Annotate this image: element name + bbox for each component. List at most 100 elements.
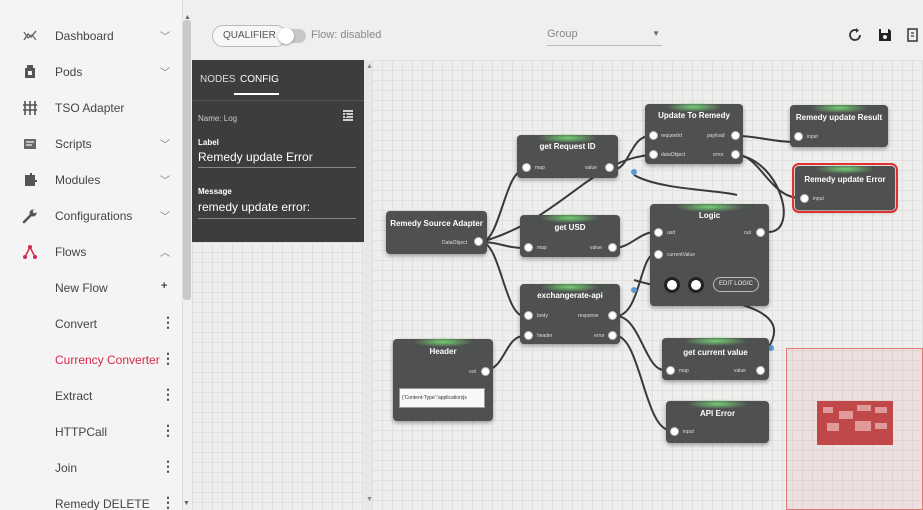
record-icon[interactable] — [688, 277, 704, 293]
input-underline — [198, 218, 356, 219]
chevron-up-icon[interactable]: ︿ — [160, 244, 170, 259]
node-get-request-id[interactable]: get Request ID map value — [517, 133, 618, 178]
node-remedy-update-result[interactable]: Remedy update Result input — [790, 103, 888, 147]
flow-toggle[interactable] — [278, 28, 306, 44]
chevron-down-icon[interactable]: ﹀ — [160, 208, 170, 223]
input-port[interactable] — [800, 194, 809, 203]
input-port[interactable] — [649, 150, 658, 159]
output-port[interactable] — [608, 331, 617, 340]
input-port[interactable] — [666, 366, 675, 375]
input-port[interactable] — [524, 243, 533, 252]
group-select-value: Group — [547, 28, 578, 40]
sidebar-item-dashboard[interactable]: Dashboard ﹀ — [0, 18, 183, 54]
output-port[interactable] — [608, 311, 617, 320]
plus-icon[interactable]: + — [161, 279, 167, 293]
node-title: API Error — [699, 409, 736, 418]
node-remedy-source-adapter[interactable]: Remedy Source Adapter DataObject — [386, 211, 487, 254]
chevron-down-icon[interactable]: ﹀ — [160, 172, 170, 187]
minimap-node — [839, 411, 853, 419]
export-icon[interactable] — [904, 27, 920, 43]
output-port[interactable] — [474, 237, 483, 246]
tab-nodes[interactable]: NODES — [200, 74, 236, 85]
sidebar-flow-httpcall[interactable]: HTTPCall ⋮ — [0, 414, 183, 450]
sidebar-flow-currency-converter[interactable]: Currency Converter ⋮ — [0, 342, 183, 378]
input-port[interactable] — [649, 131, 658, 140]
more-vert-icon[interactable]: ⋮ — [161, 351, 175, 365]
node-logic[interactable]: Logic usd currentValue out EDIT LOGIC — [650, 202, 769, 306]
sidebar-item-pods[interactable]: Pods ﹀ — [0, 54, 183, 90]
output-port[interactable] — [756, 228, 765, 237]
sidebar-item-modules[interactable]: Modules ﹀ — [0, 162, 183, 198]
output-port[interactable] — [731, 150, 740, 159]
edit-logic-button[interactable]: EDIT LOGIC — [713, 277, 759, 292]
minimap[interactable] — [786, 348, 923, 510]
output-port[interactable] — [605, 163, 614, 172]
record-icon[interactable] — [664, 277, 680, 293]
node-update-to-remedy[interactable]: Update To Remedy requestId dataObject pa… — [645, 102, 743, 164]
node-exchangerate-api[interactable]: exchangerate-api body header response er… — [520, 282, 620, 344]
sidebar-item-flows[interactable]: Flows ︿ — [0, 234, 183, 270]
input-port[interactable] — [654, 228, 663, 237]
chevron-down-icon[interactable]: ﹀ — [160, 64, 170, 79]
header-content-input[interactable]: {'Content-Type':'application/js — [399, 388, 485, 408]
sidebar-scrollbar[interactable] — [183, 20, 191, 300]
save-icon[interactable] — [877, 27, 893, 43]
label-field-input[interactable]: Remedy update Error — [198, 150, 313, 164]
refresh-icon[interactable] — [847, 27, 863, 43]
tab-config[interactable]: CONFIG — [240, 74, 279, 85]
node-title: Remedy update Error — [804, 175, 886, 184]
chevron-down-icon[interactable]: ﹀ — [160, 136, 170, 151]
scroll-down-arrow-icon[interactable]: ▼ — [183, 500, 190, 507]
more-vert-icon[interactable]: ⋮ — [161, 387, 175, 401]
panel-scrollbar[interactable] — [364, 60, 372, 510]
qualifier-button[interactable]: QUALIFIER — [212, 25, 287, 47]
sidebar-flow-remedy-delete[interactable]: Remedy DELETE ⋮ — [0, 486, 183, 510]
sidebar-flow-join[interactable]: Join ⋮ — [0, 450, 183, 486]
sidebar-item-label: Extract — [55, 389, 93, 403]
chevron-down-icon[interactable]: ﹀ — [160, 28, 170, 43]
collapse-panel-icon[interactable] — [342, 110, 354, 122]
input-port[interactable] — [670, 427, 679, 436]
output-port[interactable] — [608, 243, 617, 252]
minimap-node — [827, 423, 839, 431]
port-label: map — [679, 368, 689, 374]
more-vert-icon[interactable]: ⋮ — [161, 423, 175, 437]
node-api-error[interactable]: API Error input — [666, 399, 769, 443]
sidebar-item-label: Pods — [55, 65, 83, 79]
input-port[interactable] — [654, 250, 663, 259]
port-label: dataObject — [661, 152, 686, 158]
input-port[interactable] — [794, 132, 803, 141]
node-title: Logic — [698, 211, 721, 220]
output-port[interactable] — [756, 366, 765, 375]
input-port[interactable] — [524, 311, 533, 320]
output-port[interactable] — [481, 367, 490, 376]
sidebar-item-label: HTTPCall — [55, 425, 108, 439]
input-port[interactable] — [524, 331, 533, 340]
node-header[interactable]: Header out {'Content-Type':'application/… — [393, 337, 493, 421]
node-remedy-update-error[interactable]: Remedy update Error input — [792, 163, 898, 213]
more-vert-icon[interactable]: ⋮ — [161, 495, 175, 509]
more-vert-icon[interactable]: ⋮ — [161, 459, 175, 473]
sidebar-item-scripts[interactable]: Scripts ﹀ — [0, 126, 183, 162]
node-get-usd[interactable]: get USD map value — [520, 213, 620, 257]
sidebar-flow-new-flow[interactable]: New Flow + — [0, 270, 183, 306]
message-field-input[interactable]: remedy update error: — [198, 200, 310, 214]
sidebar-item-label: Join — [55, 461, 78, 475]
sidebar-flow-extract[interactable]: Extract ⋮ — [0, 378, 183, 414]
input-port[interactable] — [522, 163, 531, 172]
port-label: map — [535, 165, 545, 171]
port-label: response — [578, 313, 599, 319]
sidebar-item-label: Scripts — [55, 137, 92, 151]
sidebar-item-tso-adapter[interactable]: TSO Adapter — [0, 90, 183, 126]
sidebar-item-label: New Flow — [55, 281, 108, 295]
sidebar-item-label: TSO Adapter — [55, 101, 125, 115]
sidebar-item-configurations[interactable]: Configurations ﹀ — [0, 198, 183, 234]
node-get-current-value[interactable]: get current value map value — [662, 336, 769, 380]
sidebar-flow-convert[interactable]: Convert ⋮ — [0, 306, 183, 342]
output-port[interactable] — [731, 131, 740, 140]
sidebar-item-label: Flows — [55, 245, 87, 259]
group-select[interactable]: Group ▼ — [547, 24, 662, 46]
more-vert-icon[interactable]: ⋮ — [161, 315, 175, 329]
node-title: get Request ID — [539, 142, 596, 151]
node-highlight — [686, 399, 749, 409]
